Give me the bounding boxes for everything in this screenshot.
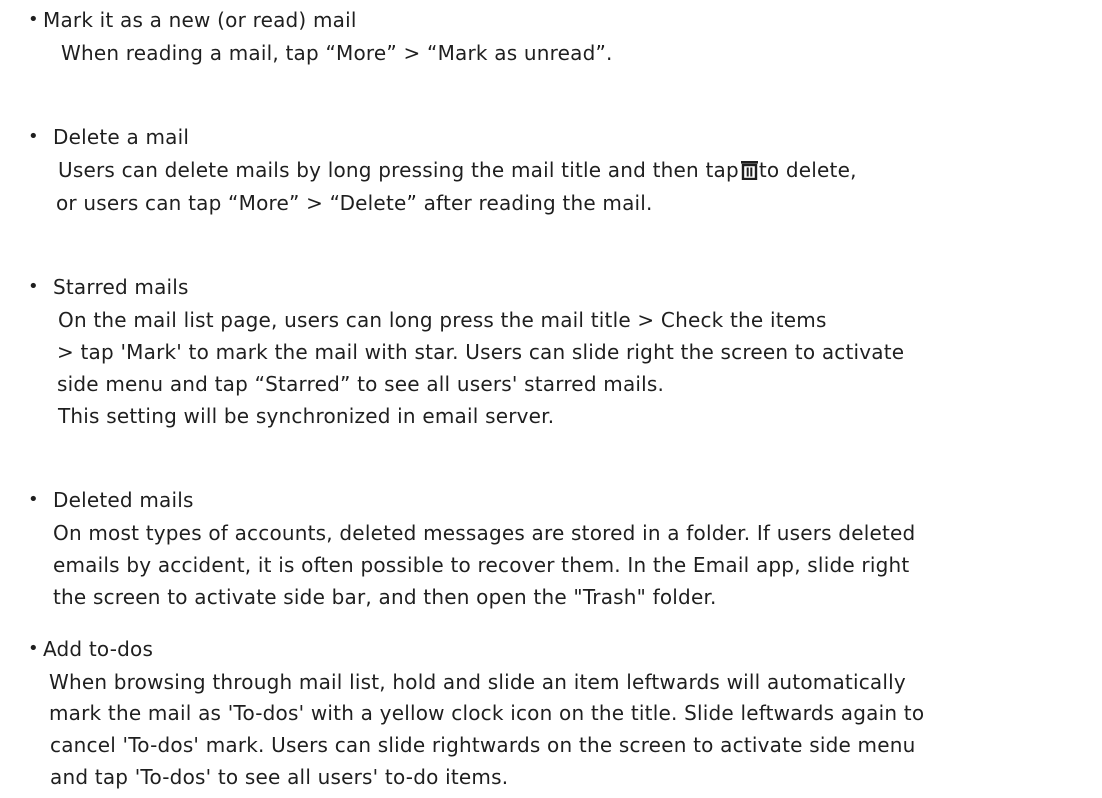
- section-deleted-mails: • Deleted mails On most types of account…: [0, 485, 1102, 609]
- section-mark-unread: • Mark it as a new (or read) mail When r…: [0, 5, 1102, 65]
- bullet: •: [28, 489, 39, 510]
- body-line: This setting will be synchronized in ema…: [58, 404, 555, 428]
- section-delete-mail: • Delete a mail Users can delete mails b…: [0, 122, 1102, 215]
- bullet: •: [28, 276, 39, 297]
- body-line: mark the mail as 'To-dos' with a yellow …: [49, 701, 925, 725]
- body-line: emails by accident, it is often possible…: [53, 553, 910, 577]
- body-line: Users can delete mails by long pressing …: [58, 155, 857, 185]
- body-line: or users can tap “More” > “Delete” after…: [56, 191, 653, 215]
- body-line: > tap 'Mark' to mark the mail with star.…: [57, 340, 905, 364]
- section-heading: Deleted mails: [53, 488, 194, 512]
- body-line: and tap 'To-dos' to see all users' to-do…: [50, 765, 509, 789]
- section-starred-mails: • Starred mails On the mail list page, u…: [0, 272, 1102, 428]
- body-line: cancel 'To-dos' mark. Users can slide ri…: [50, 733, 916, 757]
- section-heading: Starred mails: [53, 275, 189, 299]
- trash-icon: [740, 158, 758, 181]
- section-add-todos: • Add to-dos When browsing through mail …: [0, 634, 1102, 789]
- section-heading: Add to-dos: [43, 637, 154, 661]
- body-line: On most types of accounts, deleted messa…: [53, 521, 916, 545]
- section-header: • Mark it as a new (or read) mail: [0, 5, 1102, 35]
- section-header: • Deleted mails: [0, 485, 1102, 515]
- bullet: •: [28, 9, 39, 30]
- bullet: •: [28, 126, 39, 147]
- body-text: Users can delete mails by long pressing …: [58, 158, 739, 182]
- body-line: When browsing through mail list, hold an…: [49, 670, 906, 694]
- body-line: the screen to activate side bar, and the…: [53, 585, 717, 609]
- section-header: • Starred mails: [0, 272, 1102, 302]
- body-line: When reading a mail, tap “More” > “Mark …: [61, 41, 613, 65]
- section-header: • Delete a mail: [0, 122, 1102, 152]
- section-header: • Add to-dos: [0, 634, 1102, 664]
- body-line: side menu and tap “Starred” to see all u…: [57, 372, 665, 396]
- body-text: to delete,: [758, 158, 857, 182]
- section-heading: Delete a mail: [53, 125, 190, 149]
- section-heading: Mark it as a new (or read) mail: [43, 8, 357, 32]
- bullet: •: [28, 638, 39, 659]
- body-line: On the mail list page, users can long pr…: [58, 308, 827, 332]
